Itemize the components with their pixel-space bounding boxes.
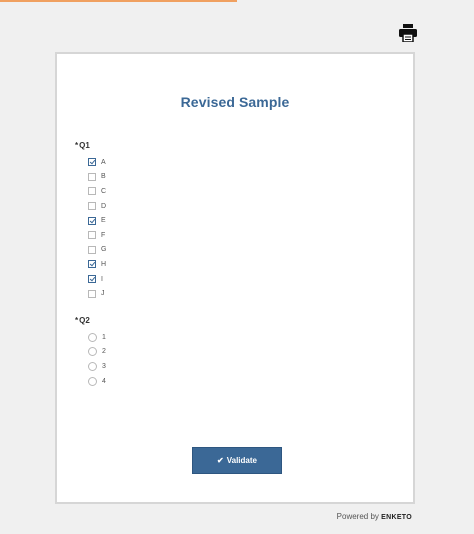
checkbox-option[interactable]: C: [88, 184, 106, 199]
option-label: D: [101, 202, 107, 210]
checkbox-option[interactable]: E: [88, 213, 106, 228]
checkbox-option[interactable]: D: [88, 199, 106, 214]
radio-button[interactable]: [88, 332, 97, 342]
option-label: A: [101, 158, 106, 166]
radio-option[interactable]: 2: [88, 345, 106, 360]
validate-label: Validate: [226, 456, 257, 465]
checkbox-option[interactable]: F: [88, 228, 106, 243]
checkbox-option[interactable]: I: [88, 272, 106, 287]
option-label: B: [101, 173, 106, 181]
checkbox-unchecked[interactable]: [88, 231, 96, 240]
option-label: 2: [102, 348, 106, 356]
question-label-text: Q2: [79, 316, 90, 325]
option-label: C: [101, 187, 107, 195]
radio-button[interactable]: [88, 376, 97, 386]
powered-by-text: Powered by: [336, 512, 379, 521]
question-label: *Q1: [75, 140, 106, 152]
checkbox-option[interactable]: J: [88, 286, 106, 301]
checkbox-checked[interactable]: [88, 216, 96, 225]
required-mark: *: [75, 316, 79, 325]
check-icon: ✔: [217, 456, 224, 465]
checkbox-unchecked[interactable]: [88, 289, 96, 298]
checkbox-checked[interactable]: [88, 275, 96, 284]
checkbox-checked[interactable]: [88, 260, 96, 269]
option-label: J: [101, 290, 105, 298]
question-label: *Q2: [75, 315, 106, 327]
option-label: I: [101, 275, 103, 283]
option-label: H: [101, 260, 107, 268]
radio-button[interactable]: [88, 361, 97, 371]
radio-option[interactable]: 4: [88, 374, 106, 389]
option-label: 3: [102, 362, 106, 370]
option-label: F: [101, 231, 106, 239]
option-label: 4: [102, 377, 106, 385]
checkbox-option[interactable]: G: [88, 243, 106, 258]
checkbox-option[interactable]: H: [88, 257, 106, 272]
checkbox-unchecked[interactable]: [88, 202, 96, 211]
question-label-text: Q1: [79, 141, 90, 150]
option-label: 1: [102, 333, 106, 341]
radio-option[interactable]: 1: [88, 330, 106, 345]
checkbox-checked[interactable]: [88, 158, 96, 167]
radio-option[interactable]: 3: [88, 359, 106, 374]
print-button[interactable]: [398, 24, 418, 43]
powered-by: Powered by ENKETO: [337, 512, 412, 521]
loading-progress-bar: [0, 0, 237, 2]
q2-options: 1 2 3 4: [75, 330, 106, 388]
checkbox-unchecked[interactable]: [88, 172, 96, 181]
validate-button[interactable]: ✔ Validate: [192, 447, 282, 474]
question-q1: *Q1 ABCDEFGHIJ: [75, 140, 106, 301]
form-paper: Revised Sample *Q1 ABCDEFGHIJ *Q2 1234 ✔…: [55, 52, 415, 504]
radio-button[interactable]: [88, 347, 97, 357]
option-label: E: [101, 217, 106, 225]
checkbox-option[interactable]: B: [88, 170, 106, 185]
enketo-logo[interactable]: ENKETO: [381, 514, 412, 521]
print-icon: [399, 24, 417, 43]
checkbox-unchecked[interactable]: [88, 187, 96, 196]
form-title: Revised Sample: [180, 94, 290, 110]
required-mark: *: [75, 141, 79, 150]
checkbox-option[interactable]: A: [88, 155, 106, 170]
option-label: G: [101, 246, 107, 254]
q1-options: ABCDEFGHIJ: [75, 155, 106, 301]
checkbox-unchecked[interactable]: [88, 245, 96, 254]
question-q2: *Q2 1 2 3 4: [75, 315, 106, 388]
